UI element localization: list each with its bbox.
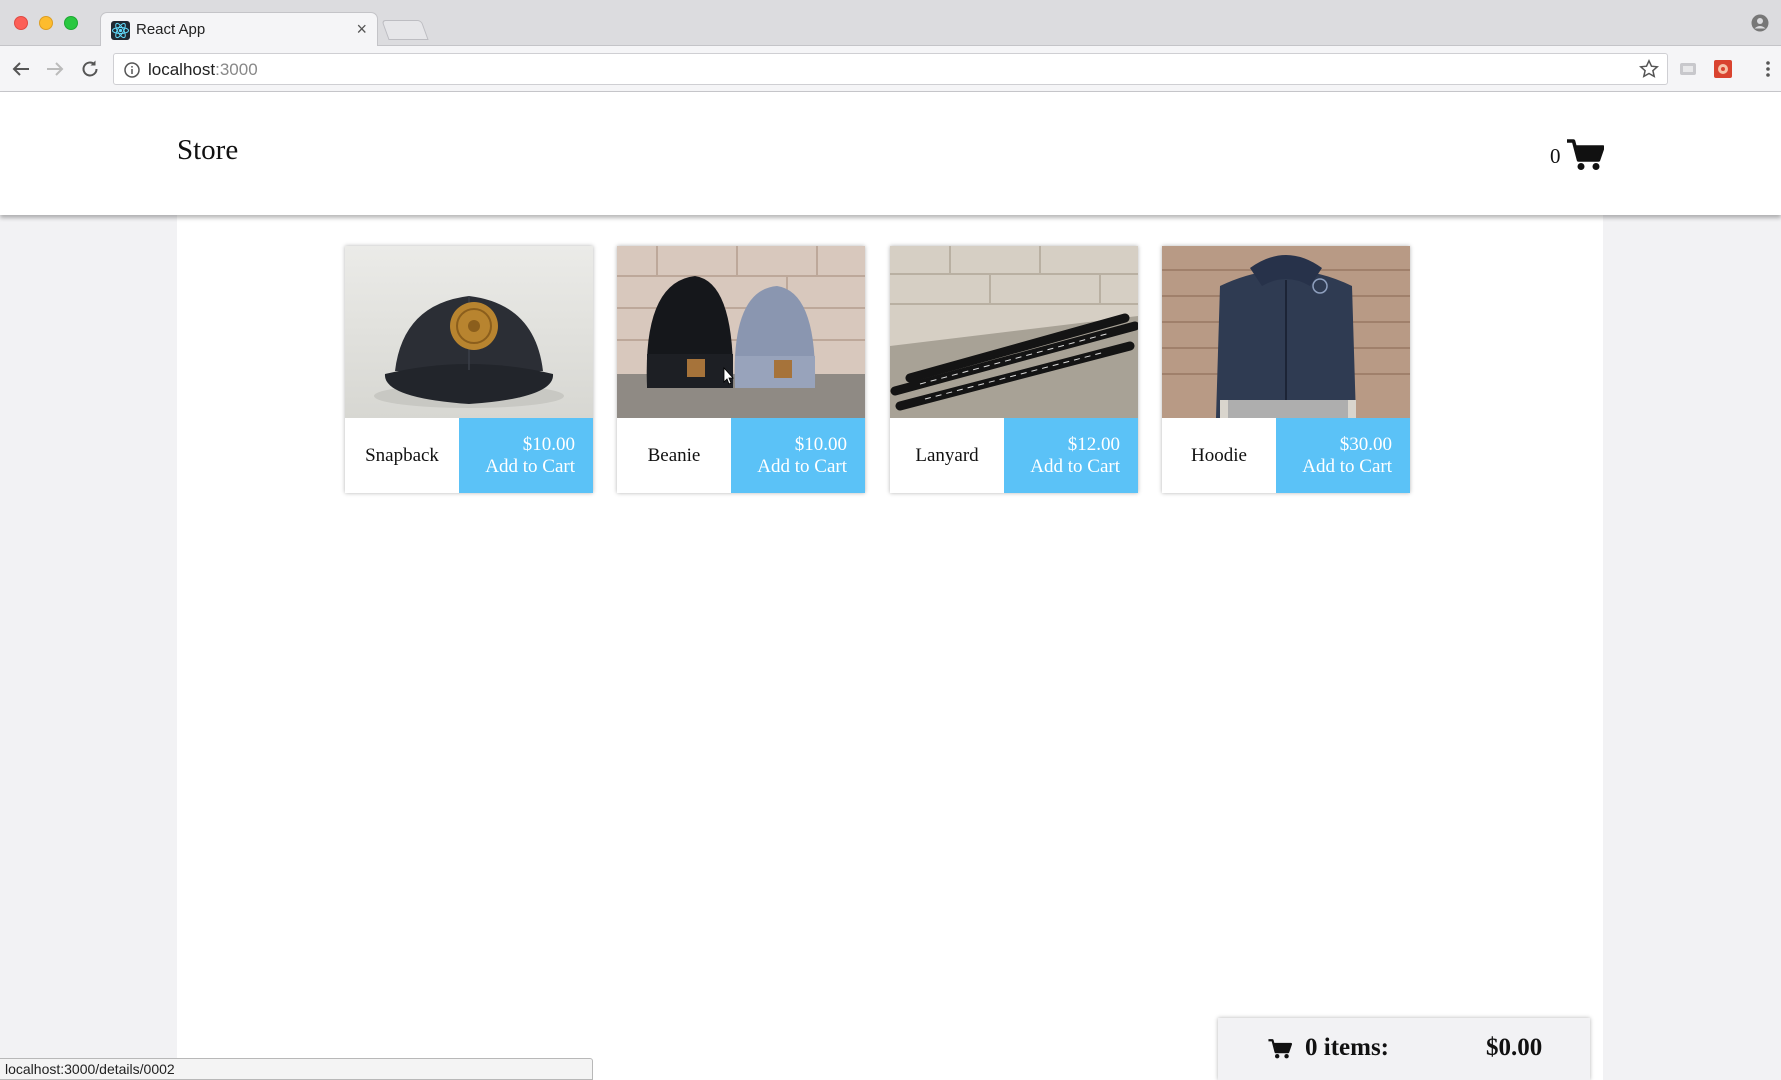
browser-tab-bar: React App × (0, 0, 1781, 47)
cart-total: $0.00 (1486, 1034, 1543, 1061)
store-header: Store 0 (0, 92, 1781, 215)
cast-extension-icon[interactable] (1678, 59, 1698, 79)
browser-toolbar: localhost:3000 (0, 46, 1781, 92)
add-to-cart-button[interactable]: $10.00 Add to Cart (459, 418, 593, 493)
bookmark-star-icon[interactable] (1639, 59, 1659, 79)
product-name: Lanyard (890, 418, 1004, 493)
react-logo-icon (111, 21, 130, 40)
add-to-cart-button[interactable]: $30.00 Add to Cart (1276, 418, 1410, 493)
back-arrow-icon[interactable] (9, 57, 33, 81)
extension-icon[interactable] (1713, 59, 1733, 79)
shopping-cart-icon[interactable] (1567, 139, 1604, 171)
product-card[interactable]: Beanie $10.00 Add to Cart (617, 246, 865, 493)
product-card[interactable]: Lanyard $12.00 Add to Cart (890, 246, 1138, 493)
product-name: Beanie (617, 418, 731, 493)
profile-icon[interactable] (1751, 14, 1769, 32)
forward-arrow-icon[interactable] (43, 57, 67, 81)
cart-count: 0 (1550, 144, 1561, 168)
product-price: $12.00 (1067, 434, 1120, 455)
tab-title: React App (136, 21, 206, 38)
info-icon[interactable] (124, 62, 140, 78)
product-card[interactable]: Snapback $10.00 Add to Cart (345, 246, 593, 493)
add-to-cart-button[interactable]: $12.00 Add to Cart (1004, 418, 1138, 493)
product-name: Snapback (345, 418, 459, 493)
product-name: Hoodie (1162, 418, 1276, 493)
product-card[interactable]: Hoodie $30.00 Add to Cart (1162, 246, 1410, 493)
window-minimize-button[interactable] (39, 16, 53, 30)
product-price: $10.00 (794, 434, 847, 455)
product-price: $10.00 (522, 434, 575, 455)
url-text: localhost:3000 (148, 60, 258, 79)
tab-close-icon[interactable]: × (356, 19, 367, 39)
new-tab-button[interactable] (381, 20, 429, 40)
more-menu-icon[interactable] (1765, 59, 1771, 79)
window-close-button[interactable] (14, 16, 28, 30)
product-image[interactable] (345, 246, 593, 418)
link-status-bar: localhost:3000/details/0002 (0, 1058, 593, 1080)
add-to-cart-label: Add to Cart (1030, 456, 1120, 477)
cart-summary-bar[interactable]: 0 items: $0.00 (1218, 1018, 1590, 1080)
add-to-cart-label: Add to Cart (757, 456, 847, 477)
product-image[interactable] (1162, 246, 1410, 418)
browser-tab[interactable]: React App × (100, 12, 378, 47)
address-bar[interactable]: localhost:3000 (113, 53, 1668, 85)
window-zoom-button[interactable] (64, 16, 78, 30)
page-title[interactable]: Store (177, 134, 238, 167)
product-image[interactable] (890, 246, 1138, 418)
add-to-cart-label: Add to Cart (485, 456, 575, 477)
product-price: $30.00 (1339, 434, 1392, 455)
product-image[interactable] (617, 246, 865, 418)
cart-item-count: 0 items: (1305, 1034, 1389, 1061)
shopping-cart-icon (1268, 1039, 1292, 1059)
reload-icon[interactable] (78, 57, 102, 81)
add-to-cart-button[interactable]: $10.00 Add to Cart (731, 418, 865, 493)
add-to-cart-label: Add to Cart (1302, 456, 1392, 477)
